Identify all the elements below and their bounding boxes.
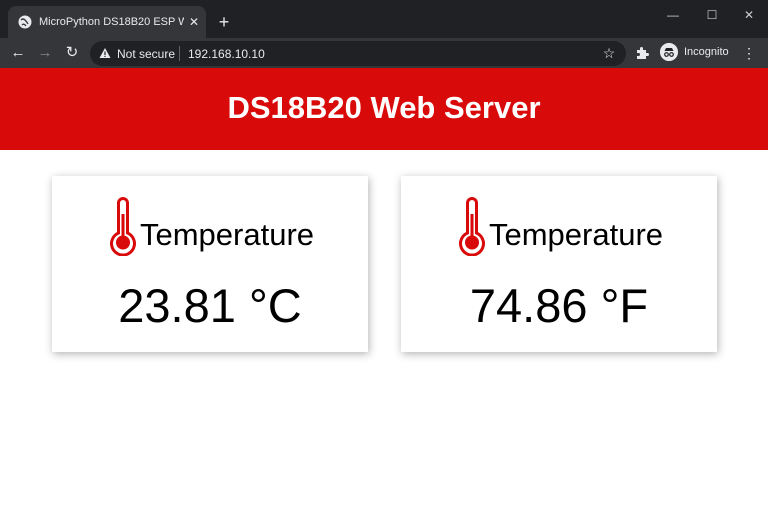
close-icon[interactable]: ✕ (187, 15, 201, 29)
thermometer-icon (109, 197, 136, 256)
page-title: DS18B20 Web Server (227, 90, 541, 125)
minimize-icon[interactable]: — (658, 4, 688, 26)
browser-tab[interactable]: MicroPython DS18B20 ESP Web Server ✕ (8, 6, 206, 38)
incognito-icon[interactable] (660, 43, 678, 61)
incognito-label[interactable]: Incognito (684, 46, 729, 59)
tab-bar: MicroPython DS18B20 ESP Web Server ✕ + —… (0, 0, 768, 38)
tab-title: MicroPython DS18B20 ESP Web Server (39, 16, 184, 28)
maximize-icon[interactable]: ☐ (697, 4, 727, 26)
close-window-icon[interactable]: ✕ (734, 4, 764, 26)
more-icon[interactable]: ⋮ (742, 44, 756, 62)
temperature-value: 74.86 °F (469, 279, 649, 332)
temperature-fahrenheit-card: Temperature 74.86 °F (401, 176, 717, 352)
page-header: DS18B20 Web Server (0, 68, 768, 150)
puzzle-icon[interactable] (634, 45, 650, 61)
back-icon[interactable]: ← (7, 43, 29, 63)
card-label: Temperature (488, 217, 664, 252)
star-icon[interactable]: ☆ (600, 44, 618, 62)
card-label: Temperature (139, 217, 315, 252)
card-heading: Temperature (401, 194, 717, 258)
divider (179, 46, 180, 61)
url-text[interactable]: 192.168.10.10 (188, 47, 265, 61)
card-heading: Temperature (52, 194, 368, 258)
thermometer-icon (458, 197, 485, 256)
globe-icon (18, 15, 32, 29)
plus-icon[interactable]: + (214, 12, 234, 32)
browser-toolbar: ← → ↻ Not secure 192.168.10.10 ☆ Incogni… (0, 38, 768, 68)
reload-icon[interactable]: ↻ (61, 43, 83, 63)
address-bar[interactable]: Not secure 192.168.10.10 ☆ (90, 41, 626, 66)
temperature-value: 23.81 °C (118, 279, 302, 332)
security-label[interactable]: Not secure (117, 47, 175, 61)
temperature-celsius-card: Temperature 23.81 °C (52, 176, 368, 352)
forward-icon[interactable]: → (34, 43, 56, 63)
warning-icon[interactable] (99, 47, 111, 59)
